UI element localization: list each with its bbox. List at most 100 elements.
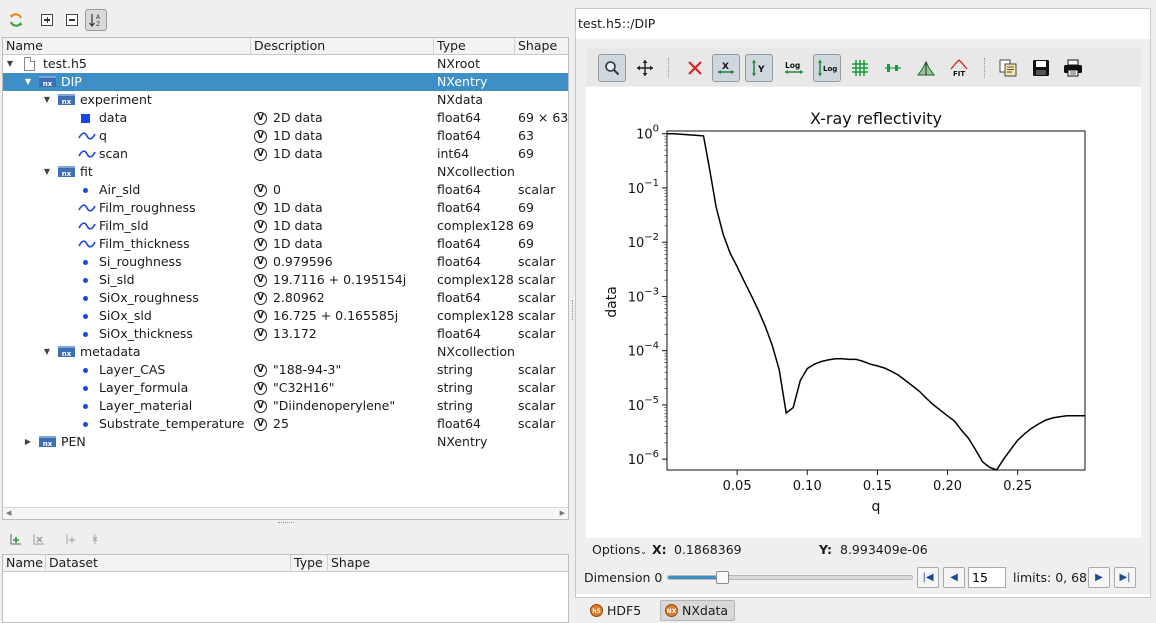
tree-row[interactable]: scan V 1D data int64 69 <box>3 145 568 163</box>
zoom-button[interactable] <box>598 54 626 82</box>
remove-dataset-button[interactable] <box>28 528 50 550</box>
reset-zoom-button[interactable] <box>681 54 709 82</box>
tree-item-shape: 69 <box>518 200 534 215</box>
scalar-dataset-icon <box>83 260 88 265</box>
value-icon: V <box>254 418 267 431</box>
tree-item-shape: scalar <box>518 308 556 323</box>
horizontal-scrollbar[interactable]: ◀ ▶ <box>3 507 568 519</box>
tab-hdf5[interactable]: h5 HDF5 <box>586 600 647 621</box>
tree-item-shape: 69 <box>518 146 534 161</box>
collapse-arrow-icon[interactable]: ▼ <box>23 73 33 91</box>
tree-item-type: float64 <box>437 200 481 215</box>
tree-row[interactable]: ▼ test.h5 NXroot <box>3 55 568 73</box>
add-plot-button[interactable] <box>60 528 82 550</box>
column-header-name[interactable]: Name <box>3 38 251 55</box>
first-frame-button[interactable]: |◀ <box>917 567 939 588</box>
frame-index-input[interactable] <box>968 567 1006 588</box>
tab-nxdata[interactable]: NX NXdata <box>660 600 736 621</box>
tree-row[interactable]: Film_roughness V 1D data float64 69 <box>3 199 568 217</box>
tree-row[interactable]: SiOx_sld V 16.725 + 0.165585j complex128 sca… <box>3 307 568 325</box>
pane-splitter[interactable] <box>572 300 574 320</box>
collapse-all-button[interactable] <box>61 9 83 31</box>
tree-item-name: fit <box>80 164 93 179</box>
reflectivity-chart[interactable]: X-ray reflectivity 0.05 0.10 0.15 0.20 0.25 1… <box>586 87 1141 538</box>
scroll-right-icon[interactable]: ▶ <box>560 509 565 517</box>
fit-button[interactable]: FIT <box>945 54 973 82</box>
y-readout-value: 8.993409e-06 <box>840 542 928 557</box>
tree-row[interactable]: SiOx_roughness V 2.80962 float64 scalar <box>3 289 568 307</box>
next-frame-button[interactable]: ▶ <box>1088 567 1110 588</box>
dimension-slider-track[interactable] <box>667 571 913 584</box>
tree-row[interactable]: q V 1D data float64 63 <box>3 127 568 145</box>
curve-style-button[interactable] <box>879 54 907 82</box>
tree-item-description: 19.7116 + 0.195154j <box>273 272 407 287</box>
tree-row[interactable]: SiOx_thickness V 13.172 float64 scalar <box>3 325 568 343</box>
tree-item-name: metadata <box>80 344 141 359</box>
add-dataset-button[interactable] <box>5 528 27 550</box>
column-header-description[interactable]: Description <box>251 38 434 55</box>
histogram-button[interactable] <box>912 54 940 82</box>
x-log-button[interactable]: Log <box>780 54 808 82</box>
tree-row[interactable]: Si_sld V 19.7116 + 0.195154j complex128 scal… <box>3 271 568 289</box>
column-header-type[interactable]: Type <box>291 555 328 572</box>
copy-button[interactable] <box>994 54 1022 82</box>
value-icon: V <box>254 274 267 287</box>
tree-row[interactable]: Layer_formula V "C32H16" string scalar <box>3 379 568 397</box>
tree-row[interactable]: Layer_material V "Diindenoperylene" string s… <box>3 397 568 415</box>
y-readout-label: Y: <box>819 542 832 557</box>
x-autoscale-button[interactable]: X <box>712 54 740 82</box>
curve-style-icon <box>885 64 901 72</box>
y-log-button[interactable]: Log <box>813 54 841 82</box>
sort-button[interactable]: A Z <box>85 9 107 31</box>
options-menu[interactable]: Options⌄ <box>592 541 647 561</box>
y-autoscale-button[interactable]: Y <box>745 54 773 82</box>
column-header-shape[interactable]: Shape <box>328 555 568 572</box>
tree-row[interactable]: Substrate_temperature V 25 float64 scalar <box>3 415 568 433</box>
tree-row[interactable]: Film_sld V 1D data complex128 69 <box>3 217 568 235</box>
splitter-handle[interactable] <box>278 522 294 525</box>
tree-row[interactable]: Si_roughness V 0.979596 float64 scalar <box>3 253 568 271</box>
tree-row[interactable]: ▶ nx PEN NXentry <box>3 433 568 451</box>
column-header-name[interactable]: Name <box>3 555 46 572</box>
y-tick-label: 10−2 <box>628 232 659 251</box>
tree-row[interactable]: Layer_CAS V "188-94-3" string scalar <box>3 361 568 379</box>
pan-button[interactable] <box>631 54 659 82</box>
previous-frame-button[interactable]: ◀ <box>943 567 965 588</box>
scalar-dataset-icon <box>83 422 88 427</box>
file-toolbar: A Z <box>0 0 572 38</box>
column-header-shape[interactable]: Shape <box>515 38 568 55</box>
last-frame-button[interactable]: ▶| <box>1114 567 1136 588</box>
print-button[interactable] <box>1059 54 1087 82</box>
grid-button[interactable] <box>846 54 874 82</box>
collapse-arrow-icon[interactable]: ▼ <box>42 163 52 181</box>
tree-row[interactable]: Air_sld V 0 float64 scalar <box>3 181 568 199</box>
tree-row[interactable]: data V 2D data float64 69 × 63 <box>3 109 568 127</box>
collapse-arrow-icon[interactable]: ▼ <box>5 55 15 73</box>
collapse-arrow-icon[interactable]: ▼ <box>42 343 52 361</box>
plot-figure[interactable]: X-ray reflectivity 0.05 0.10 0.15 0.20 0.25 1… <box>586 87 1141 538</box>
refresh-button[interactable] <box>5 9 27 31</box>
tree-item-description <box>273 163 433 181</box>
save-button[interactable] <box>1027 54 1055 82</box>
tree-row[interactable]: ▼ nx experiment NXdata <box>3 91 568 109</box>
tree-item-description <box>273 433 433 451</box>
dataset-table[interactable]: Name Dataset Type Shape <box>2 554 569 623</box>
tree-row[interactable]: Film_thickness V 1D data float64 69 <box>3 235 568 253</box>
remove-plot-button[interactable] <box>84 528 106 550</box>
tree-item-name: experiment <box>80 92 152 107</box>
tree-item-shape: scalar <box>518 272 556 287</box>
collapse-arrow-icon[interactable]: ▼ <box>42 91 52 109</box>
hdf5-tree[interactable]: Name Description Type Shape ▼ test.h5 NXro… <box>2 37 569 520</box>
dimension-slider-handle[interactable] <box>715 571 729 584</box>
tree-row[interactable]: ▼ nx metadata NXcollection <box>3 343 568 361</box>
column-header-type[interactable]: Type <box>434 38 515 55</box>
reflectivity-curve[interactable] <box>667 132 1085 471</box>
tree-row[interactable]: ▼ nx fit NXcollection <box>3 163 568 181</box>
expand-arrow-icon[interactable]: ▶ <box>23 433 33 451</box>
column-header-dataset[interactable]: Dataset <box>46 555 291 572</box>
value-icon: V <box>254 328 267 341</box>
tree-row[interactable]: ▼ nx DIP NXentry <box>3 73 568 91</box>
expand-all-button[interactable] <box>36 9 58 31</box>
scroll-left-icon[interactable]: ◀ <box>6 509 11 517</box>
dimension-label: Dimension 0 <box>584 570 663 585</box>
